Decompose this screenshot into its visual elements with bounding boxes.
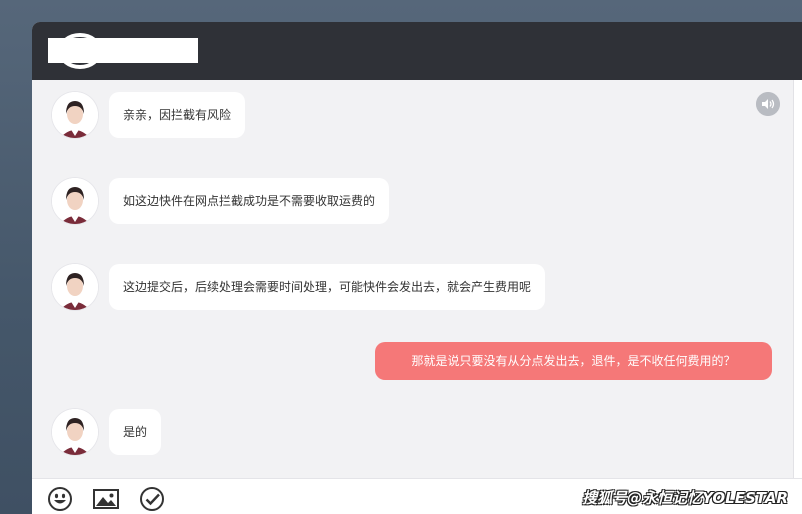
check-circle-icon[interactable] — [138, 486, 166, 512]
agent-avatar — [52, 178, 98, 224]
chat-header — [32, 22, 802, 80]
image-icon[interactable] — [92, 486, 120, 512]
watermark-text: 搜狐号@永恒记忆YOLESTAR — [582, 489, 788, 507]
side-panel-edge — [793, 80, 802, 478]
emoji-icon[interactable] — [46, 486, 74, 512]
speaker-mute-icon[interactable] — [756, 92, 780, 116]
message-bubble-agent: 亲亲，因拦截有风险 — [109, 92, 246, 138]
message-bubble-agent: 如这边快件在网点拦截成功是不需要收取运费的 — [109, 178, 390, 224]
redacted-title — [48, 38, 198, 63]
input-toolbar: 搜狐号@永恒记忆YOLESTAR — [32, 478, 802, 514]
message-bubble-agent: 这边提交后，后续处理会需要时间处理，可能快件会发出去，就会产生费用呢 — [109, 264, 546, 310]
chat-window: 亲亲，因拦截有风险 如这边快件在网点拦截成功是不需要收取运费的 这边提交后，后续… — [32, 22, 802, 514]
message-bubble-user: 那就是说只要没有从分点发出去，退件，是不收任何费用的？ — [375, 342, 772, 380]
message-bubble-agent: 是的 — [109, 409, 162, 455]
agent-avatar — [52, 264, 98, 310]
agent-avatar — [52, 92, 98, 138]
agent-avatar — [52, 409, 98, 455]
